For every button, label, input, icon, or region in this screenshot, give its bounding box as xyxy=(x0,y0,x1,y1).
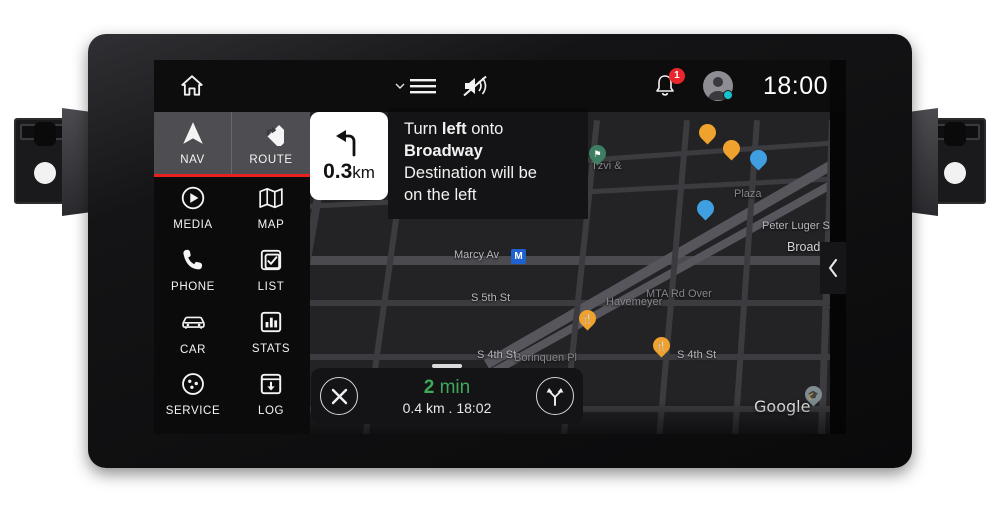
phone-handset-icon xyxy=(180,247,206,278)
screenshot-root: Kesser Tzvi &CongregationBeth IsraelPlaz… xyxy=(0,0,1000,507)
hamburger-menu-icon xyxy=(409,79,436,94)
bracket-knob xyxy=(944,122,966,146)
trip-details: 2 min 0.4 km . 18:02 xyxy=(358,377,536,416)
sidebar-item-route[interactable]: ROUTE xyxy=(232,112,310,174)
status-bar: 1 18:00 xyxy=(154,60,846,112)
sidebar-item-map[interactable]: MAP xyxy=(232,177,310,239)
bar-chart-icon xyxy=(258,309,284,340)
display-screen: Kesser Tzvi &CongregationBeth IsraelPlaz… xyxy=(154,60,846,434)
drag-handle[interactable] xyxy=(432,364,462,368)
sidebar-row: MEDIA MAP xyxy=(154,177,310,239)
head-unit-device: Kesser Tzvi &CongregationBeth IsraelPlaz… xyxy=(88,34,912,468)
mute-button[interactable] xyxy=(461,73,489,99)
sidebar-item-media[interactable]: MEDIA xyxy=(154,177,232,239)
sidebar-row: SERVICE LOG xyxy=(154,363,310,425)
clock-display: 18:00 xyxy=(762,71,828,100)
chevron-down-icon xyxy=(395,83,405,89)
notification-badge: 1 xyxy=(668,68,685,84)
sidebar-item-nav[interactable]: NAV xyxy=(154,112,232,174)
instruction-panel: Turn left onto Broadway Destination will… xyxy=(388,108,588,219)
instruction-line-1: Turn left onto xyxy=(404,120,504,138)
sidebar-item-label: CAR xyxy=(179,343,207,356)
maneuver-card[interactable]: 0.3km xyxy=(310,112,388,200)
checklist-icon xyxy=(258,247,284,278)
play-circle-icon xyxy=(180,185,206,216)
bracket-knob xyxy=(34,122,56,146)
close-x-icon xyxy=(331,388,347,404)
instruction-direction: left xyxy=(441,120,467,138)
trip-distance-arrival: 0.4 km . 18:02 xyxy=(402,399,492,416)
sidebar-item-label: NAV xyxy=(180,154,205,166)
bracket-hole xyxy=(34,162,56,184)
sidebar-item-label: STATS xyxy=(251,343,291,355)
bracket-hole xyxy=(944,162,966,184)
download-box-icon xyxy=(258,371,284,402)
side-panel-toggle[interactable] xyxy=(820,242,846,294)
map-fold-icon xyxy=(258,185,284,216)
end-navigation-button[interactable] xyxy=(320,377,358,415)
service-wrench-icon xyxy=(180,371,206,402)
maneuver-distance-unit: km xyxy=(352,163,375,182)
presence-dot xyxy=(722,90,733,100)
speaker-muted-icon xyxy=(463,75,487,97)
navigation-arrow-icon xyxy=(180,120,206,151)
sidebar-item-label: PHONE xyxy=(171,281,215,293)
chevron-left-icon xyxy=(828,258,837,278)
car-icon xyxy=(180,309,207,341)
trip-summary-bar: 2 min 0.4 km . 18:02 xyxy=(311,364,583,424)
sidebar-row: CAR STATS xyxy=(154,301,310,363)
sidebar-row: NAV ROUTE xyxy=(154,112,310,174)
maneuver-distance-value: 0.3 xyxy=(323,160,353,183)
turn-left-arrow-icon xyxy=(336,130,356,157)
instruction-line-3: Destination will be xyxy=(404,163,537,182)
sidebar-item-label: LIST xyxy=(257,281,285,293)
eta-duration: 2 min xyxy=(423,376,471,398)
sidebar-item-service[interactable]: SERVICE xyxy=(154,363,232,425)
sidebar-item-label: ROUTE xyxy=(249,154,293,166)
sidebar-item-log[interactable]: LOG xyxy=(232,363,310,425)
home-button[interactable] xyxy=(154,73,230,99)
sidebar-item-label: MEDIA xyxy=(173,219,213,231)
sidebar-item-list[interactable]: LIST xyxy=(232,239,310,301)
menu-button[interactable] xyxy=(394,76,437,96)
route-alternatives-button[interactable] xyxy=(536,377,574,415)
sidebar-item-car[interactable]: CAR xyxy=(154,301,232,363)
sidebar-item-label: MAP xyxy=(257,219,285,231)
notifications-button[interactable]: 1 xyxy=(653,68,685,99)
sidebar-item-phone[interactable]: PHONE xyxy=(154,239,232,301)
maneuver-distance: 0.3km xyxy=(323,160,375,184)
instruction-line-4: on the left xyxy=(404,185,477,204)
route-turn-icon xyxy=(258,120,291,151)
sidebar-item-stats[interactable]: STATS xyxy=(232,301,310,363)
home-icon xyxy=(181,75,203,96)
left-sidebar: NAV ROUTE MEDIA MAP PHONE LIST CAR STATS SERVICE… xyxy=(154,112,310,434)
instruction-street: Broadway xyxy=(404,141,483,160)
sidebar-item-label: SERVICE xyxy=(165,405,221,417)
profile-avatar-button[interactable] xyxy=(702,71,733,101)
route-alternatives-icon xyxy=(546,388,564,406)
sidebar-item-label: LOG xyxy=(257,405,285,417)
more-options-button[interactable] xyxy=(154,425,310,434)
sidebar-row: PHONE LIST xyxy=(154,239,310,301)
